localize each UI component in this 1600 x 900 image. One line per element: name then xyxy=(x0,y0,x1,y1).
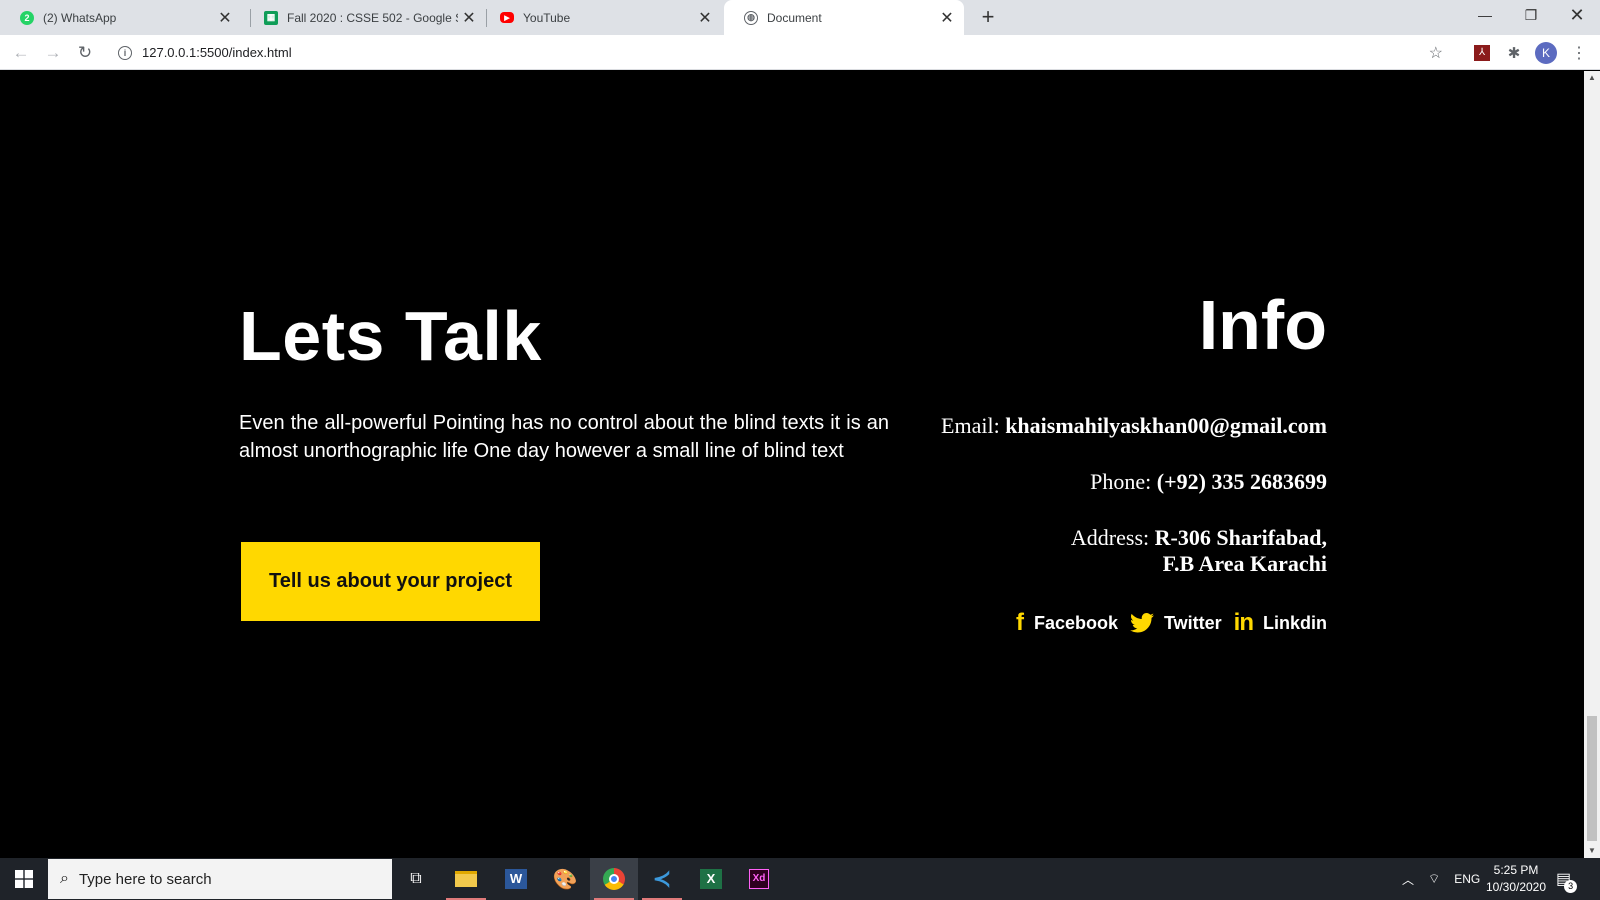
tab-whatsapp[interactable]: 2 (2) WhatsApp ✕ xyxy=(0,0,242,35)
social-links: f Facebook Twitter in Linkdin xyxy=(1016,609,1327,637)
info-heading: Info xyxy=(1198,286,1327,364)
windows-logo-icon xyxy=(15,870,33,888)
paint-app[interactable]: 🎨 xyxy=(541,858,589,900)
globe-icon: ◍ xyxy=(744,10,758,25)
taskbar-clock[interactable]: 5:25 PM 10/30/2020 xyxy=(1478,862,1554,896)
search-icon: ⌕ xyxy=(60,870,69,887)
action-center-button[interactable]: ▤ 3 xyxy=(1556,858,1578,900)
file-explorer-app[interactable] xyxy=(442,858,490,900)
task-view-icon: ⧉ xyxy=(410,870,422,887)
address-bar[interactable]: i 127.0.0.1:5500/index.html ☆ xyxy=(110,39,1455,66)
lets-talk-description: Even the all-powerful Pointing has no co… xyxy=(239,412,889,462)
puzzle-extensions-icon[interactable]: ✱ xyxy=(1503,42,1525,64)
vscode-icon: ≺ xyxy=(652,866,672,891)
wifi-icon[interactable]: ⌔ xyxy=(1428,871,1440,887)
scroll-thumb[interactable] xyxy=(1587,716,1597,841)
close-icon[interactable]: ✕ xyxy=(458,8,480,28)
linkedin-icon[interactable]: in xyxy=(1234,609,1254,637)
windows-taskbar: ⌕ Type here to search ⧉ W 🎨 ≺ X Xd ︿ ⌔ E… xyxy=(0,858,1600,900)
excel-app[interactable]: X xyxy=(687,858,735,900)
word-icon: W xyxy=(505,869,527,889)
scroll-up-arrow[interactable]: ▲ xyxy=(1584,71,1600,85)
linkedin-link[interactable]: Linkdin xyxy=(1263,613,1327,634)
adobe-xd-icon: Xd xyxy=(749,869,769,889)
word-app[interactable]: W xyxy=(492,858,540,900)
lets-talk-heading: Lets Talk xyxy=(239,297,542,375)
phone-label: Phone: xyxy=(1090,469,1152,494)
facebook-icon[interactable]: f xyxy=(1016,609,1024,637)
tab-strip: 2 (2) WhatsApp ✕ ▦ Fall 2020 : CSSE 502 … xyxy=(0,0,1600,35)
twitter-icon[interactable] xyxy=(1130,613,1154,633)
taskbar-search[interactable]: ⌕ Type here to search xyxy=(48,859,392,899)
forward-button[interactable]: → xyxy=(40,40,66,66)
info-icon[interactable]: i xyxy=(118,45,132,60)
excel-icon: X xyxy=(700,869,722,889)
palette-icon: 🎨 xyxy=(552,868,578,891)
page-scrollbar[interactable]: ▲ ▼ xyxy=(1584,71,1600,858)
address-line-2: F.B Area Karachi xyxy=(1162,551,1327,576)
new-tab-button[interactable]: + xyxy=(975,4,1001,30)
close-icon[interactable]: ✕ xyxy=(214,8,236,28)
language-indicator[interactable]: ENG xyxy=(1454,872,1480,886)
phone-line: Phone: (+92) 335 2683699 xyxy=(1090,469,1327,495)
search-placeholder: Type here to search xyxy=(78,870,212,888)
minimize-button[interactable]: — xyxy=(1462,0,1508,30)
system-tray: ︿ ⌔ ENG xyxy=(1402,858,1480,900)
email-label: Email: xyxy=(941,413,1000,438)
close-icon[interactable]: ✕ xyxy=(936,8,958,28)
chevron-up-icon[interactable]: ︿ xyxy=(1402,871,1414,888)
tab-title: Document xyxy=(767,10,822,25)
twitter-link[interactable]: Twitter xyxy=(1164,613,1222,634)
acrobat-extension-icon[interactable]: ⅄ xyxy=(1471,42,1493,64)
close-icon[interactable]: ✕ xyxy=(694,8,716,28)
chrome-app[interactable] xyxy=(590,858,638,900)
browser-toolbar: ← → ↻ i 127.0.0.1:5500/index.html ☆ ⅄ ✱ … xyxy=(0,35,1600,70)
restore-button[interactable]: ❐ xyxy=(1508,0,1554,30)
youtube-icon: ▶ xyxy=(500,12,514,23)
bookmark-star-icon[interactable]: ☆ xyxy=(1429,43,1443,63)
start-button[interactable] xyxy=(0,858,48,900)
google-sheets-icon: ▦ xyxy=(264,10,278,25)
email-value[interactable]: khaismahilyaskhan00@gmail.com xyxy=(1005,413,1327,438)
profile-avatar[interactable]: K xyxy=(1535,42,1557,64)
address-label: Address: xyxy=(1070,525,1150,550)
notification-count: 3 xyxy=(1564,880,1578,893)
address-line: Address: R-306 Sharifabad, xyxy=(1071,525,1327,551)
tab-title: YouTube xyxy=(523,10,571,25)
adobe-xd-app[interactable]: Xd xyxy=(735,858,783,900)
window-close-button[interactable]: ✕ xyxy=(1554,0,1600,30)
address-line-1: R-306 Sharifabad, xyxy=(1154,525,1327,550)
menu-kebab-icon[interactable]: ⋮ xyxy=(1568,42,1590,64)
tab-google-sheets[interactable]: ▦ Fall 2020 : CSSE 502 - Google Sheets ✕ xyxy=(244,0,486,35)
tab-youtube[interactable]: ▶ YouTube ✕ xyxy=(480,0,722,35)
address-line-2-row: F.B Area Karachi xyxy=(1163,551,1327,577)
task-view-button[interactable]: ⧉ xyxy=(392,858,440,900)
tab-title: Fall 2020 : CSSE 502 - Google Sheets xyxy=(287,10,458,25)
tell-us-project-button[interactable]: Tell us about your project xyxy=(241,542,540,621)
page-content: Lets Talk Even the all-powerful Pointing… xyxy=(0,71,1584,858)
clock-time: 5:25 PM xyxy=(1493,863,1539,877)
reload-button[interactable]: ↻ xyxy=(72,40,98,66)
folder-icon xyxy=(455,871,477,887)
url-text: 127.0.0.1:5500/index.html xyxy=(142,45,292,60)
vscode-app[interactable]: ≺ xyxy=(638,858,686,900)
tab-document[interactable]: ◍ Document ✕ xyxy=(724,0,964,35)
notification-icon: ▤ 3 xyxy=(1556,869,1578,893)
facebook-link[interactable]: Facebook xyxy=(1034,613,1118,634)
chrome-icon xyxy=(603,868,625,890)
phone-value: (+92) 335 2683699 xyxy=(1156,469,1327,494)
clock-date: 10/30/2020 xyxy=(1485,880,1547,894)
tab-title: (2) WhatsApp xyxy=(43,10,117,25)
back-button[interactable]: ← xyxy=(8,40,34,66)
whatsapp-icon: 2 xyxy=(20,10,34,25)
scroll-down-arrow[interactable]: ▼ xyxy=(1584,844,1600,858)
email-line: Email: khaismahilyaskhan00@gmail.com xyxy=(941,413,1327,439)
